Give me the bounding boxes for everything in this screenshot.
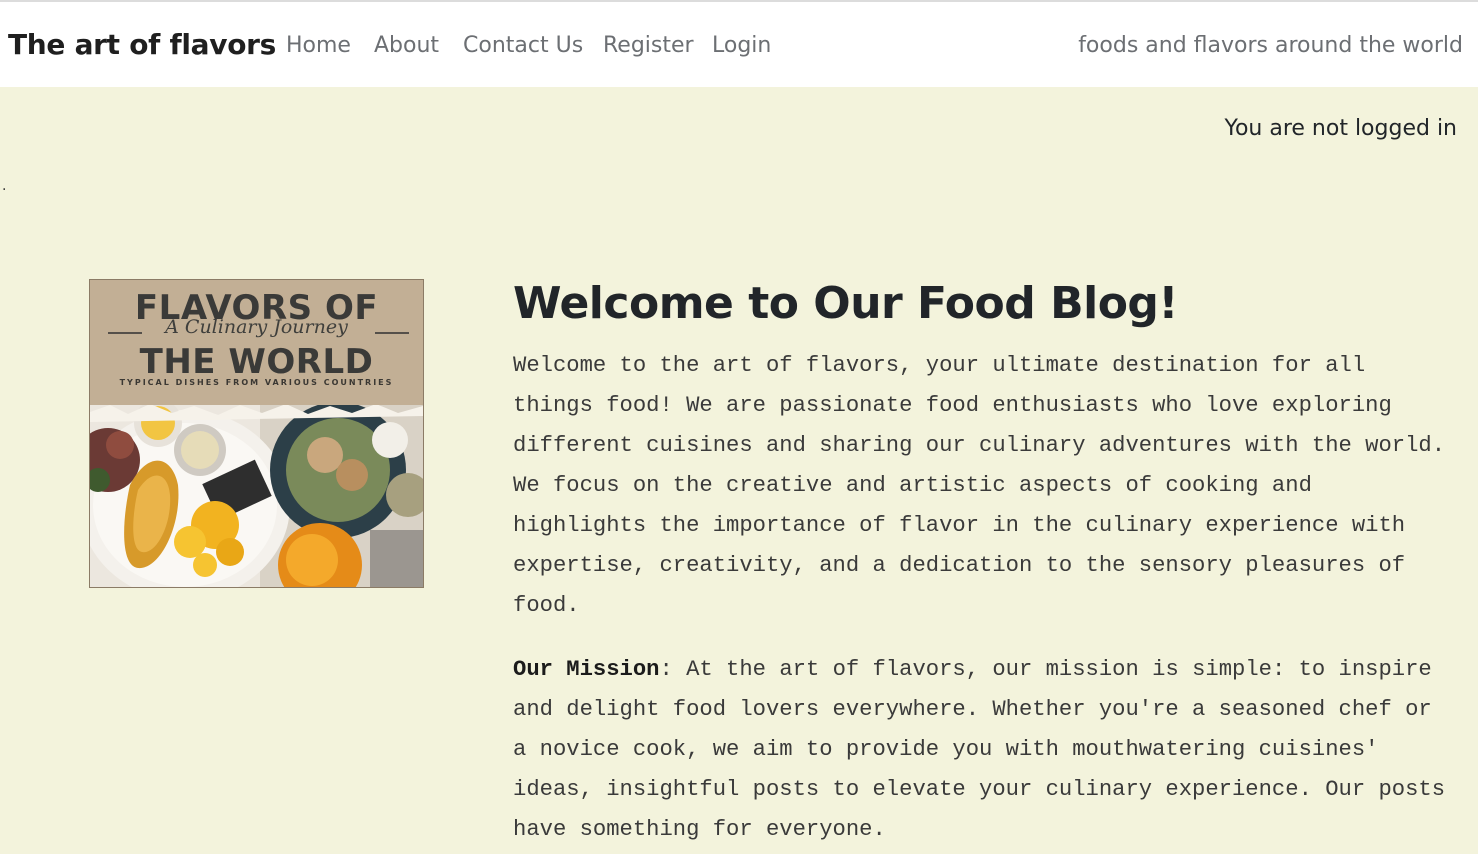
mission-text: At the art of flavors, our mission is si… xyxy=(513,657,1446,842)
nav-register-link[interactable]: Register xyxy=(603,33,694,58)
brand-link[interactable]: The art of flavors xyxy=(8,28,276,61)
nav-login-link[interactable]: Login xyxy=(712,33,771,58)
cover-image: FLAVORS OF A Culinary Journey THE WORLD … xyxy=(89,279,424,588)
intro-paragraph: Welcome to the art of flavors, your ulti… xyxy=(513,353,1446,618)
mission-separator: : xyxy=(659,657,673,682)
navbar-tagline: foods and flavors around the world xyxy=(1078,33,1463,58)
page-title: Welcome to Our Food Blog! xyxy=(513,278,1179,329)
login-status: You are not logged in xyxy=(1224,116,1457,141)
nav-home-link[interactable]: Home xyxy=(286,33,351,58)
mission-paragraph: Our Mission: At the art of flavors, our … xyxy=(513,650,1448,850)
cover-script: A Culinary Journey xyxy=(165,316,348,338)
nav-about-link[interactable]: About xyxy=(374,33,439,58)
navbar: The art of flavors Home About Contact Us… xyxy=(0,2,1478,87)
cover-title-line2: THE WORLD xyxy=(139,342,374,382)
stray-dot: . xyxy=(2,178,7,194)
nav-contact-link[interactable]: Contact Us xyxy=(463,33,583,58)
cover-header: FLAVORS OF A Culinary Journey THE WORLD … xyxy=(90,280,423,405)
mission-label: Our Mission xyxy=(513,657,660,682)
cover-subtitle: TYPICAL DISHES FROM VARIOUS COUNTRIES xyxy=(119,378,394,387)
